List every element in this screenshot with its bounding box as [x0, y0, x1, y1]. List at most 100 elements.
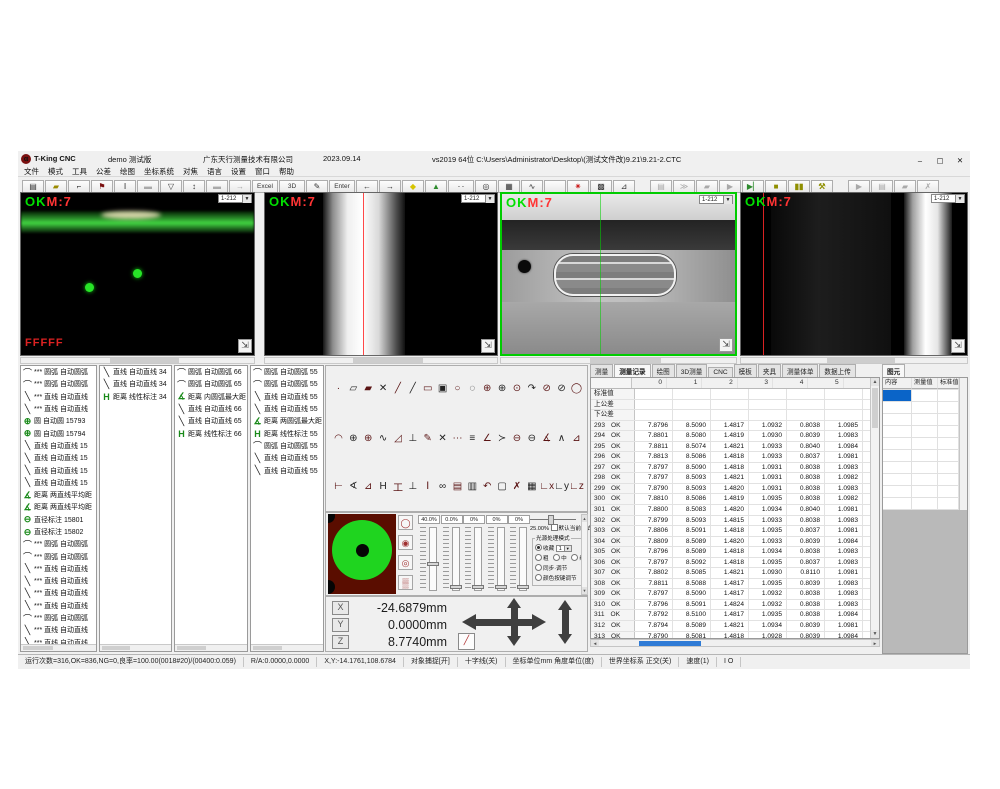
list-item[interactable]: ╲*** 直线 自动直线: [21, 403, 96, 415]
list-item[interactable]: ╲直线 自动直线 15: [21, 477, 96, 489]
favorite-radio[interactable]: [535, 544, 542, 551]
play2-button[interactable]: ▶: [848, 180, 870, 193]
keyboard-icon[interactable]: ▤: [450, 481, 465, 492]
list-item[interactable]: ∡距离 两直线平均距: [21, 501, 96, 513]
tab-测量体单[interactable]: 测量体单: [782, 364, 818, 377]
table-row[interactable]: 297OK7.87978.50901.48181.09310.80381.098…: [591, 463, 879, 474]
list-item[interactable]: Η距离 线性标注 55: [251, 427, 323, 439]
slider-thumb[interactable]: [517, 585, 529, 589]
list-item[interactable]: ╲直线 自动直线 55: [251, 403, 323, 415]
pan-horizontal-arrow-icon[interactable]: [476, 619, 532, 626]
slash-circle2-icon[interactable]: ⊘: [554, 383, 569, 394]
table-row[interactable]: 298OK7.87978.50931.48211.09310.80381.098…: [591, 473, 879, 484]
z-down-arrow-icon[interactable]: [558, 634, 572, 644]
height-button[interactable]: ↕: [183, 180, 205, 193]
table-row[interactable]: 313OK7.87908.50811.48181.09280.80391.098…: [591, 632, 879, 639]
table-row[interactable]: 309OK7.87978.50901.48171.09320.80381.098…: [591, 589, 879, 600]
camera-view-3-selected[interactable]: OKM:7 1-212▼ ⇲: [500, 192, 737, 356]
element-row[interactable]: [883, 414, 960, 426]
list-item[interactable]: ╲*** 直线 自动直线: [21, 587, 96, 599]
dashed-circle-icon[interactable]: ◌: [465, 383, 480, 394]
menu-item-文件[interactable]: 文件: [24, 166, 39, 177]
element-row[interactable]: [883, 474, 960, 486]
favorite-select[interactable]: 1▼: [556, 545, 572, 552]
line-tool-icon[interactable]: ╱: [391, 383, 406, 394]
element-row[interactable]: [883, 498, 960, 510]
menu-item-绘图[interactable]: 绘图: [120, 166, 135, 177]
table-row[interactable]: 300OK7.88108.50861.48191.09350.80381.098…: [591, 494, 879, 505]
run-tool-button[interactable]: ⚒: [811, 180, 833, 193]
box-icon[interactable]: ▢: [495, 481, 510, 492]
list-item[interactable]: ╲*** 直线 自动直线: [21, 563, 96, 575]
list-item[interactable]: ╲直线 自动直线 55: [251, 452, 323, 464]
disabled-block2-button[interactable]: ▬: [206, 180, 228, 193]
delete-button[interactable]: ✗: [917, 180, 939, 193]
center-point-icon[interactable]: ⊙: [510, 383, 525, 394]
color-key-radio[interactable]: [535, 574, 542, 581]
element-row[interactable]: [883, 402, 960, 414]
menu-item-设置[interactable]: 设置: [231, 166, 246, 177]
sign-pen-button[interactable]: ✎: [306, 180, 328, 193]
mid-radio[interactable]: [553, 554, 560, 561]
list-item[interactable]: ⊕圆 自动圆 15794: [21, 427, 96, 439]
list-item[interactable]: ⊕圆 自动圆 15793: [21, 415, 96, 427]
delete-icon[interactable]: ✗: [510, 481, 525, 492]
collect-b-icon[interactable]: ▰: [361, 383, 376, 394]
list-item[interactable]: ╲直线 自动直线 34: [100, 378, 171, 390]
slash-circle-icon[interactable]: ⊘: [539, 383, 554, 394]
step-move-button[interactable]: →: [229, 180, 251, 193]
menu-item-坐标系统[interactable]: 坐标系统: [144, 166, 174, 177]
greater-icon[interactable]: ≻: [495, 433, 510, 444]
h-dim-icon[interactable]: ⊢: [331, 481, 346, 492]
linear-mode-button[interactable]: ╱: [458, 633, 475, 650]
scroll-up-icon[interactable]: ▲: [582, 515, 587, 522]
pan-left-arrow-icon[interactable]: [462, 614, 476, 630]
slider-track[interactable]: [452, 527, 460, 591]
camera-resize-grip-icon[interactable]: ⇲: [719, 338, 733, 352]
scroll-up-icon[interactable]: ▲: [871, 378, 879, 386]
intersect-icon[interactable]: ✕: [435, 433, 450, 444]
table-row[interactable]: 301OK7.88008.50831.48201.09340.80401.098…: [591, 505, 879, 516]
z-jog-arrow-icon[interactable]: [562, 609, 569, 635]
clamp-button[interactable]: ▽: [160, 180, 182, 193]
list-item[interactable]: ⊖直径标注 15801: [21, 514, 96, 526]
perpendicular-icon[interactable]: ⊥: [405, 433, 420, 444]
run-start-button[interactable]: ▶▏: [742, 180, 764, 193]
light-panel-scrollbar[interactable]: ▲▼: [581, 514, 588, 595]
table-vertical-scrollbar[interactable]: ▲ ▼: [870, 378, 879, 638]
image-button[interactable]: ▲: [425, 180, 447, 193]
open-run-button[interactable]: ▰: [696, 180, 718, 193]
list-scrollbar[interactable]: [175, 644, 247, 651]
camera3-scrollbar[interactable]: [500, 357, 737, 364]
lens-selector[interactable]: 1-212▼: [461, 194, 495, 203]
camera4-scrollbar[interactable]: [740, 357, 968, 364]
scroll-left-icon[interactable]: ◄: [591, 640, 599, 646]
diameter2-icon[interactable]: ⊖: [524, 433, 539, 444]
list-item[interactable]: ╲*** 直线 自动直线: [21, 624, 96, 636]
camera-view-4[interactable]: OKM:7 1-212▼ ⇲: [740, 192, 968, 356]
triangle-dim-icon[interactable]: ⊿: [361, 481, 376, 492]
table-row[interactable]: 307OK7.88028.50851.48211.09300.81101.098…: [591, 568, 879, 579]
ring-light-indicator[interactable]: [328, 514, 396, 594]
menu-item-对焦[interactable]: 对焦: [183, 166, 198, 177]
grid-icon[interactable]: ▦: [524, 481, 539, 492]
element-panel-scrollbar[interactable]: [959, 378, 967, 510]
list-item[interactable]: ╲直线 自动直线 65: [175, 415, 247, 427]
light-slider-5[interactable]: 0%: [508, 515, 530, 594]
list-scrollbar[interactable]: [251, 644, 323, 651]
dash-button[interactable]: - -: [448, 180, 474, 193]
list-item[interactable]: ⌒圆弧 自动圆弧 55: [251, 378, 323, 390]
table-row[interactable]: 302OK7.87998.50931.48151.09330.80381.098…: [591, 516, 879, 527]
scroll-down-icon[interactable]: ▼: [582, 587, 587, 594]
slider-track[interactable]: [474, 527, 482, 591]
element-row[interactable]: [883, 462, 960, 474]
table-row[interactable]: 304OK7.88098.50891.48201.09330.80391.098…: [591, 537, 879, 548]
list-item[interactable]: ⌒圆弧 自动圆弧 55: [251, 366, 323, 378]
table-row[interactable]: 305OK7.87968.50891.48181.09340.80381.098…: [591, 547, 879, 558]
lens-selector[interactable]: 1-212▼: [218, 194, 252, 203]
undo-icon[interactable]: ↶: [480, 481, 495, 492]
list-item[interactable]: ⌒*** 圆弧 自动圆弧: [21, 366, 96, 378]
list-item[interactable]: ╲直线 自动直线 34: [100, 366, 171, 378]
tab-3D测量[interactable]: 3D测量: [676, 364, 708, 377]
pan-vertical-arrow-icon[interactable]: [511, 607, 518, 637]
